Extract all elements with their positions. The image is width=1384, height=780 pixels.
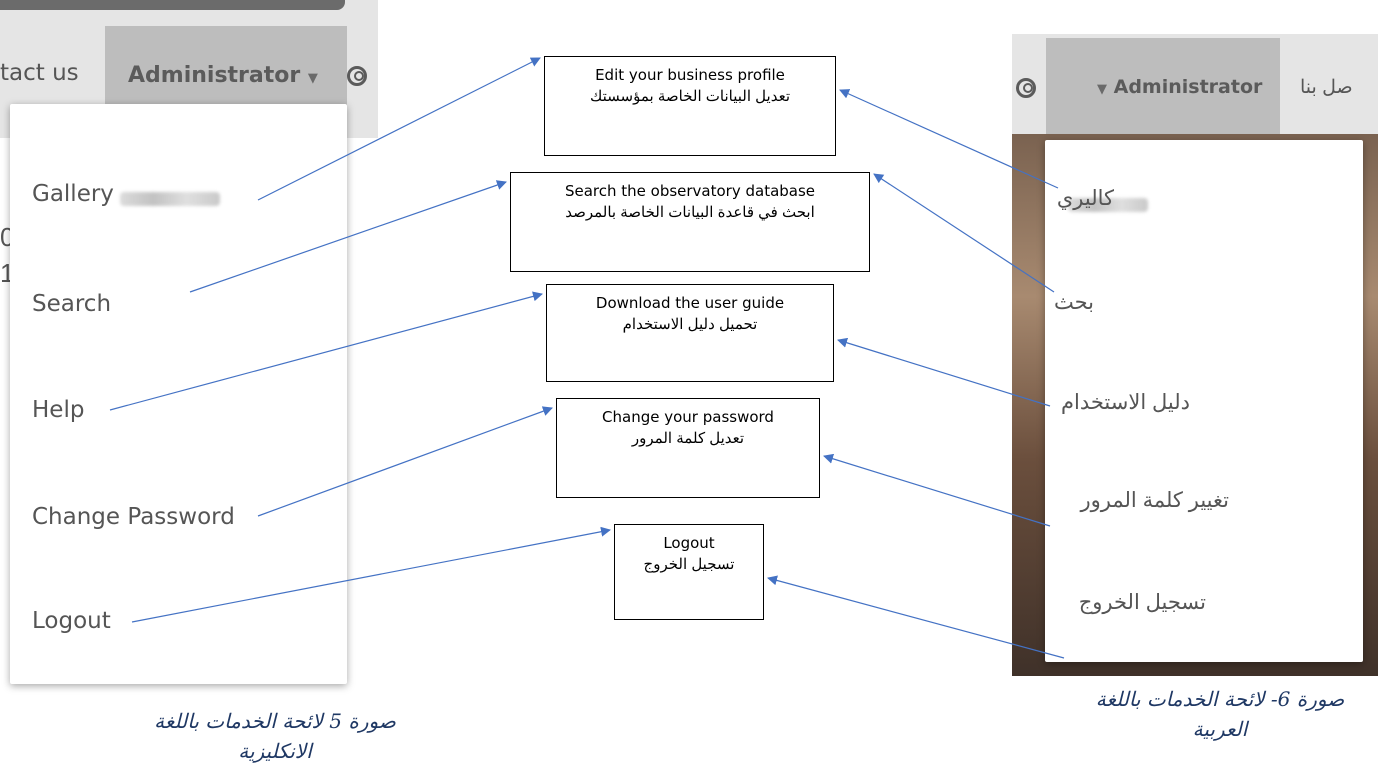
arrow-logout-left [131, 526, 611, 623]
arrow-changepass-right [823, 453, 1051, 527]
arrow-search-right [873, 173, 1055, 293]
arrow-gallery-right [839, 89, 1059, 189]
arrow-gallery-left [257, 57, 541, 201]
arrow-changepass-left [257, 406, 553, 517]
arrow-help-right [837, 337, 1051, 407]
arrow-search-left [189, 180, 507, 293]
connector-arrows [109, 57, 1065, 659]
arrow-logout-right [767, 575, 1065, 659]
arrow-help-left [109, 291, 543, 411]
